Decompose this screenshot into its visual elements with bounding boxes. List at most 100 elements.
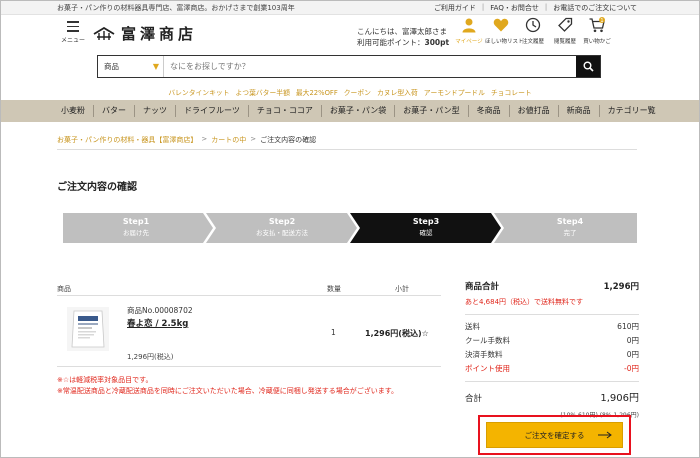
link-separator: | <box>544 3 548 11</box>
grand-total-row: 合計 1,906円 <box>465 389 639 404</box>
nav-item-molds[interactable]: お菓子・パン型 <box>395 105 469 117</box>
fee-label: ポイント使用 <box>465 364 510 373</box>
hamburger-icon <box>67 21 79 32</box>
fee-row-payment: 決済手数料 0円 <box>465 349 639 363</box>
top-links: ご利用ガイド | FAQ・お問合せ | お電話でのご注文について <box>434 3 637 13</box>
breadcrumb-separator: > <box>201 135 208 143</box>
nav-item-bags[interactable]: お菓子・パン袋 <box>322 105 396 117</box>
search-input[interactable] <box>164 56 576 77</box>
cart-icon: 1 <box>589 17 605 33</box>
step-label: 完了 <box>563 229 577 237</box>
guide-link[interactable]: ご利用ガイド <box>434 3 476 13</box>
cart-table-header: 商品 数量 小計 <box>57 282 441 296</box>
breadcrumb-current: ご注文内容の確認 <box>260 136 317 144</box>
nav-item-chocolate[interactable]: チョコ・ココア <box>249 105 322 117</box>
heart-icon <box>493 18 509 32</box>
faq-link[interactable]: FAQ・お問合せ <box>490 3 539 13</box>
product-total-value: 1,296円 <box>603 282 639 292</box>
step-label: お届け先 <box>123 229 149 237</box>
order-history-label: 注文履歴 <box>521 39 544 45</box>
step-number: Step1 <box>122 217 150 226</box>
fee-value: 610円 <box>617 322 639 331</box>
top-bar: お菓子・パン作りの材料器具専門店、富澤商店。おかげさまで創業103周年 ご利用ガ… <box>1 1 699 15</box>
user-icon <box>462 18 476 33</box>
search-bar: 商品 ▼ <box>97 55 601 78</box>
step-label: 確認 <box>419 229 433 237</box>
product-total-row: 商品合計 1,296円 <box>465 277 639 297</box>
cart-badge: 1 <box>600 18 603 24</box>
confirm-highlight: ご注文を確定する <box>478 415 631 455</box>
nav-item-winter[interactable]: 冬商品 <box>469 105 510 117</box>
search-button[interactable] <box>576 56 600 77</box>
keyword-links: バレンタインキット よつ葉バター半額 最大22%OFF クーポン カヌレ型入荷 … <box>1 87 699 97</box>
product-subtotal: 1,296円(税込)☆ <box>365 329 429 338</box>
breadcrumb: お菓子・パン作りの材料・器具【富澤商店】 > カートの中 > ご注文内容の確認 <box>57 135 316 145</box>
step-2: Step2 お支払・配送方法 <box>227 217 337 237</box>
nav-item-butter[interactable]: バター <box>94 105 135 117</box>
product-qty: 1 <box>331 328 336 337</box>
search-icon <box>583 61 594 72</box>
wishlist-button[interactable]: ほしい物リスト <box>485 17 524 45</box>
fee-value: -0円 <box>624 364 639 373</box>
product-price: 1,296円(税込) <box>127 353 174 361</box>
fee-value: 0円 <box>626 350 639 359</box>
shipping-note: ※常温配送商品と冷蔵配送商品を同時にご注文いただいた場合、冷蔵便に同梱し発送する… <box>57 387 399 395</box>
keyword-link[interactable]: アーモンドプードル <box>424 87 485 97</box>
product-name-link[interactable]: 春よ恋 / 2.5kg <box>127 317 188 329</box>
order-history-button[interactable]: 注文履歴 <box>517 17 549 45</box>
cart-notes: ※☆は軽減税率対象品目です。 ※常温配送商品と冷蔵配送商品を同時にご注文いただい… <box>57 375 398 397</box>
fee-label: 送料 <box>465 322 480 331</box>
nav-item-flour[interactable]: 小麦粉 <box>53 105 94 117</box>
keyword-link[interactable]: クーポン <box>344 87 371 97</box>
nav-item-deals[interactable]: お値打品 <box>510 105 559 117</box>
search-category-select[interactable]: 商品 ▼ <box>98 56 164 77</box>
keyword-link[interactable]: チョコレート <box>491 87 532 97</box>
step-1: Step1 お届け先 <box>81 217 191 237</box>
product-total-label: 商品合計 <box>465 282 500 292</box>
step-3-current: Step3 確認 <box>371 217 481 237</box>
page-title: ご注文内容の確認 <box>57 182 137 193</box>
fee-row-shipping: 送料 610円 <box>465 321 639 335</box>
step-number: Step4 <box>556 217 584 226</box>
breadcrumb-home[interactable]: お菓子・パン作りの材料・器具【富澤商店】 <box>57 135 197 145</box>
cart-button[interactable]: 1 買い物かご <box>581 17 613 45</box>
nav-item-nuts[interactable]: ナッツ <box>135 105 176 117</box>
product-number: 商品No.00008702 <box>127 306 193 315</box>
step-number: Step2 <box>268 217 296 226</box>
link-separator: | <box>481 3 485 11</box>
confirm-order-label: ご注文を確定する <box>524 430 585 440</box>
breadcrumb-separator: > <box>250 135 257 143</box>
order-summary: 商品合計 1,296円 あと4,684円（税込）で送料無料です 送料 610円 … <box>465 277 639 419</box>
product-image <box>67 307 109 351</box>
nav-item-dried-fruit[interactable]: ドライフルーツ <box>176 105 249 117</box>
divider <box>57 149 637 150</box>
keyword-link[interactable]: カヌレ型入荷 <box>377 87 418 97</box>
fee-label: クール手数料 <box>465 336 510 345</box>
fee-row-points: ポイント使用 -0円 <box>465 363 639 377</box>
browsing-history-button[interactable]: 閲覧履歴 <box>549 17 581 45</box>
wishlist-label: ほしい物リスト <box>485 39 524 45</box>
nav-item-all-categories[interactable]: カテゴリー覧 <box>600 105 664 117</box>
confirm-order-button[interactable]: ご注文を確定する <box>486 422 623 448</box>
points-value: 300pt <box>424 38 450 47</box>
nav-item-new[interactable]: 新商品 <box>559 105 600 117</box>
phone-order-link[interactable]: お電話でのご注文について <box>553 3 637 13</box>
keyword-link[interactable]: 最大22%OFF <box>296 87 338 97</box>
arrow-right-icon <box>598 431 612 439</box>
menu-label: メニュー <box>60 36 85 44</box>
points-line: 利用可能ポイント：300pt <box>357 37 449 48</box>
chevron-down-icon: ▼ <box>152 62 159 71</box>
free-shipping-notice: あと4,684円（税込）で送料無料です <box>465 297 639 315</box>
tag-icon <box>558 17 573 32</box>
breadcrumb-cart[interactable]: カートの中 <box>211 135 246 145</box>
mypage-button[interactable]: マイページ <box>453 17 485 45</box>
header-subtotal: 小計 <box>395 285 409 293</box>
fee-value: 0円 <box>626 336 639 345</box>
fee-row-cool: クール手数料 0円 <box>465 335 639 349</box>
menu-button[interactable]: メニュー <box>59 19 87 44</box>
fee-label: 決済手数料 <box>465 350 503 359</box>
keyword-link[interactable]: よつ葉バター半額 <box>236 87 290 97</box>
site-logo[interactable]: 富澤商店 <box>93 23 197 44</box>
user-greeting: こんにちは、富澤太郎さま 利用可能ポイント：300pt <box>357 26 449 48</box>
keyword-link[interactable]: バレンタインキット <box>168 87 229 97</box>
